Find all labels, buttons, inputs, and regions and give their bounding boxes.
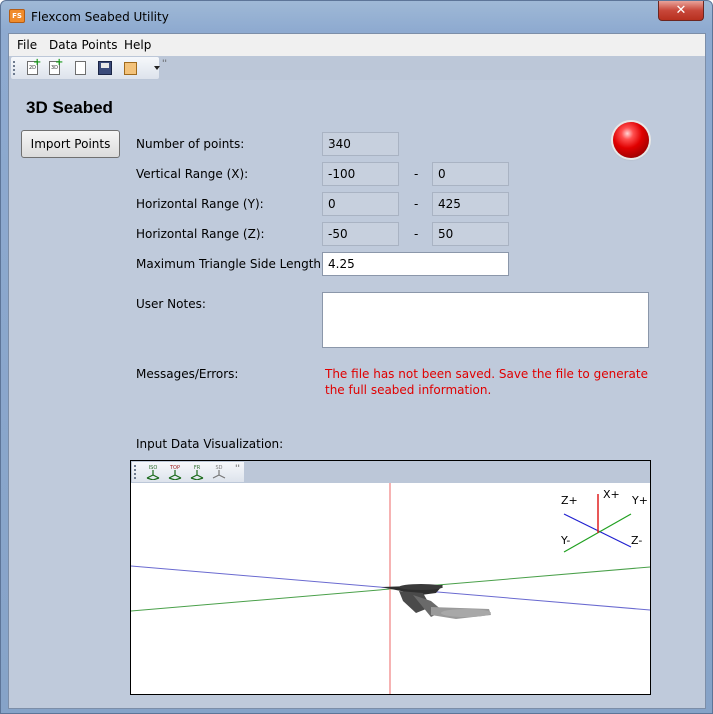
z-plus-label: Z+ [561,494,578,507]
top-view-icon[interactable]: TOP [166,464,184,480]
messages-label: Messages/Errors: [136,367,239,381]
floppy-icon [98,61,112,75]
title-bar[interactable]: FS Flexcom Seabed Utility ✕ [1,1,712,33]
plus-icon: + [55,57,64,68]
vertical-range-max: 0 [432,162,509,186]
user-notes-label: User Notes: [136,297,206,311]
client-area: File Data Points Help 2D + 3D + '' 3D Se… [8,33,706,709]
toolbar-overflow-icon[interactable]: '' [162,59,167,69]
viz-overflow-icon[interactable]: '' [235,464,240,474]
visualization-label: Input Data Visualization: [136,437,284,451]
range-separator: - [414,167,419,181]
y-minus-label: Y- [560,534,570,547]
viz-toolbar: ISO TOP FR SD '' [131,461,650,483]
menu-bar: File Data Points Help [9,34,705,56]
toolstrip: 2D + 3D + [11,57,160,79]
page-title: 3D Seabed [26,98,113,117]
status-indicator-icon [613,122,649,158]
menu-data-points[interactable]: Data Points [49,38,118,52]
seabed-points [381,584,491,619]
menu-help[interactable]: Help [124,38,151,52]
files-icon [124,62,137,75]
error-message: The file has not been saved. Save the fi… [325,367,648,397]
visualization-panel[interactable]: ISO TOP FR SD '' X+ Z+ Y+ Y- Z- [130,460,651,695]
seabed-3d-view[interactable]: X+ Z+ Y+ Y- Z- [131,483,650,694]
viz-toolstrip: ISO TOP FR SD '' [132,462,244,482]
main-toolbar: 2D + 3D + '' [9,56,705,80]
horizontal-z-label: Horizontal Range (Z): [136,227,265,241]
new-3d-file-icon[interactable]: 3D + [45,57,64,77]
app-icon: FS [9,9,25,23]
horizontal-y-max: 425 [432,192,509,216]
viz-toolbar-grip-icon[interactable] [134,465,136,479]
num-points-label: Number of points: [136,137,245,151]
side-view-icon[interactable]: SD [210,464,228,480]
iso-view-icon[interactable]: ISO [144,464,162,480]
num-points-field: 340 [322,132,399,156]
horizontal-z-max: 50 [432,222,509,246]
user-notes-textarea[interactable] [322,292,649,348]
horizontal-y-min: 0 [322,192,399,216]
document-icon [75,61,86,75]
plus-icon: + [33,57,42,68]
x-plus-label: X+ [603,488,620,501]
save-icon[interactable] [95,59,113,77]
max-triangle-label: Maximum Triangle Side Length: [136,257,326,271]
dropdown-arrow-icon[interactable] [154,66,160,70]
close-button[interactable]: ✕ [658,1,704,21]
import-points-button[interactable]: Import Points [21,130,120,158]
horizontal-y-label: Horizontal Range (Y): [136,197,264,211]
range-separator: - [414,227,419,241]
new-2d-file-icon[interactable]: 2D + [23,57,42,77]
vertical-range-min: -100 [322,162,399,186]
open-file-icon[interactable] [71,59,89,77]
toolbar-grip-icon[interactable] [13,61,15,75]
y-plus-label: Y+ [631,494,648,507]
window-title: Flexcom Seabed Utility [31,10,169,24]
axis-orientation-gizmo: X+ Z+ Y+ Y- Z- [560,488,648,553]
multiple-files-icon[interactable] [121,59,139,77]
range-separator: - [414,197,419,211]
front-view-icon[interactable]: FR [188,464,206,480]
menu-file[interactable]: File [17,38,37,52]
max-triangle-input[interactable]: 4.25 [322,252,509,276]
vertical-range-label: Vertical Range (X): [136,167,249,181]
app-window: FS Flexcom Seabed Utility ✕ File Data Po… [0,0,713,714]
horizontal-z-min: -50 [322,222,399,246]
z-minus-label: Z- [631,534,642,547]
